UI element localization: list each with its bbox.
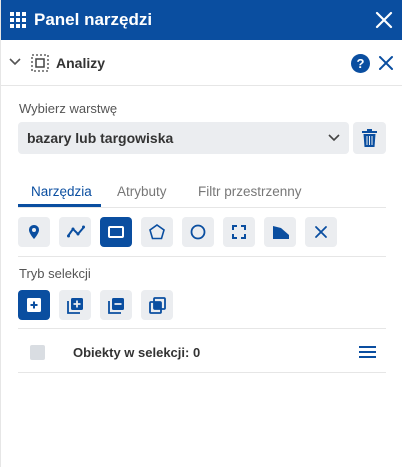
layer-select[interactable]: bazary lub targowiska	[18, 122, 349, 154]
section-title: Analizy	[56, 55, 106, 71]
select-all-checkbox[interactable]	[30, 345, 45, 360]
grid-icon[interactable]	[10, 12, 26, 28]
tool-point-button[interactable]	[18, 217, 50, 247]
tool-polygon-button[interactable]	[141, 217, 173, 247]
polygon-icon	[149, 224, 165, 240]
objects-divider	[18, 372, 386, 373]
close-icon[interactable]	[373, 9, 395, 31]
trash-icon	[362, 129, 377, 147]
selection-mode-label: Tryb selekcji	[19, 266, 91, 281]
help-icon[interactable]: ?	[351, 54, 370, 73]
tools-panel: Panel narzędzi Analizy ? Wybierz warstwę…	[0, 0, 402, 467]
tool-circle-button[interactable]	[182, 217, 214, 247]
panel-title: Panel narzędzi	[34, 10, 153, 29]
new-selection-icon	[27, 298, 41, 312]
analysis-section-header: Analizy ?	[1, 46, 402, 80]
delete-layer-button[interactable]	[353, 122, 386, 154]
selection-divider	[18, 328, 386, 329]
polyline-icon	[67, 225, 85, 238]
circle-icon	[190, 224, 206, 240]
point-marker-icon	[29, 225, 39, 239]
chevron-down-icon[interactable]	[9, 57, 21, 67]
tool-clear-button[interactable]	[305, 217, 337, 247]
rectangle-icon	[108, 226, 124, 238]
tool-rectangle-button[interactable]	[100, 217, 132, 247]
tools-divider	[18, 256, 386, 257]
tool-extent-button[interactable]	[223, 217, 255, 247]
objects-in-selection-label: Obiekty w selekcji: 0	[73, 345, 201, 360]
new-selection-button[interactable]	[18, 290, 50, 320]
chevron-down-icon	[328, 134, 340, 142]
tool-polyline-button[interactable]	[59, 217, 91, 247]
add-to-selection-icon	[67, 298, 83, 314]
dotted-square-icon	[31, 54, 49, 72]
layer-select-value: bazary lub targowiska	[27, 130, 174, 146]
add-to-selection-button[interactable]	[59, 290, 91, 320]
remove-from-selection-icon	[108, 298, 124, 314]
layer-label: Wybierz warstwę	[19, 101, 118, 116]
clear-icon	[315, 226, 327, 238]
remove-from-selection-button[interactable]	[100, 290, 132, 320]
hamburger-menu-icon[interactable]	[359, 346, 376, 358]
freehand-icon	[273, 226, 289, 239]
divider	[1, 85, 402, 86]
tab-atrybuty[interactable]: Atrybuty	[117, 184, 167, 199]
extent-icon	[232, 225, 246, 239]
tool-freehand-button[interactable]	[264, 217, 296, 247]
intersect-selection-icon	[149, 297, 166, 314]
tabs-divider	[18, 207, 386, 208]
tab-filtr-przestrzenny[interactable]: Filtr przestrzenny	[198, 184, 302, 199]
tab-narzedzia[interactable]: Narzędzia	[31, 184, 92, 199]
panel-title-bar: Panel narzędzi	[1, 0, 402, 40]
intersect-selection-button[interactable]	[141, 290, 173, 320]
section-close-icon[interactable]	[378, 55, 394, 71]
